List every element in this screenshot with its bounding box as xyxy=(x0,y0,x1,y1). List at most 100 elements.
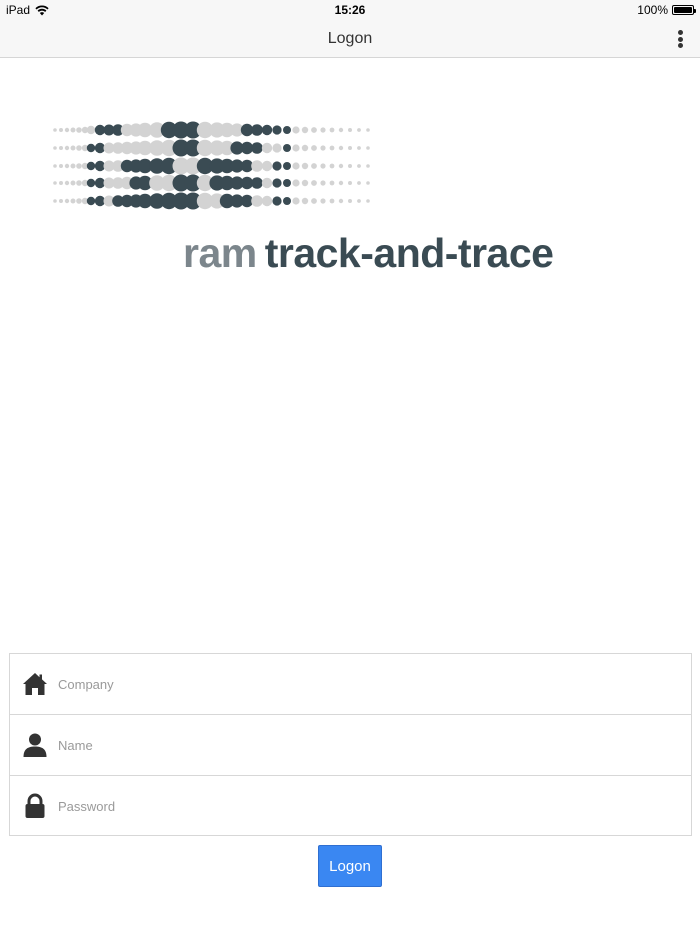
logo-dot xyxy=(329,127,335,133)
logo-dot xyxy=(311,145,317,151)
logo-dot xyxy=(348,181,352,185)
logo-dot xyxy=(59,164,63,168)
logo-dot xyxy=(76,127,82,133)
logo-dots-graphic xyxy=(53,121,370,210)
logo-wordmark: ram track-and-trace xyxy=(183,230,554,278)
logo-dot xyxy=(338,145,344,151)
logo-dot xyxy=(357,164,361,168)
logo-dot xyxy=(329,180,335,186)
logo-dot xyxy=(64,180,70,186)
logo-dot xyxy=(53,164,57,168)
logo-word-track-and-trace: track-and-trace xyxy=(264,230,554,276)
logo-dot xyxy=(59,199,63,203)
logo-dot xyxy=(338,198,344,204)
logo-dot xyxy=(64,127,70,133)
logo-dot xyxy=(338,163,344,169)
logo-dot xyxy=(329,198,335,204)
logo-dot xyxy=(261,142,273,154)
logo-dot xyxy=(59,128,63,132)
password-input[interactable] xyxy=(58,790,678,822)
status-right: 100% xyxy=(637,3,696,17)
logo-dot xyxy=(348,146,352,150)
logo-dot xyxy=(53,146,57,150)
logo-dot xyxy=(261,195,273,207)
logo-dot xyxy=(76,198,82,204)
logo-dot xyxy=(301,197,309,205)
logo-dot xyxy=(301,126,309,134)
logo-dot xyxy=(357,181,361,185)
status-time: 15:26 xyxy=(334,3,366,17)
company-row xyxy=(10,654,691,715)
logo-dot xyxy=(64,198,70,204)
logo-dot xyxy=(86,161,96,171)
lock-icon xyxy=(25,793,45,818)
logo-dot xyxy=(348,199,352,203)
battery-icon xyxy=(672,5,696,15)
logo-dot xyxy=(311,180,317,186)
logo-dot xyxy=(292,197,300,205)
logo-dot xyxy=(70,127,76,133)
logo-dot xyxy=(272,178,282,188)
logo-dot xyxy=(86,196,96,206)
logo-dot xyxy=(64,163,70,169)
logo-dot xyxy=(86,143,96,153)
user-icon xyxy=(23,733,47,757)
logon-form xyxy=(9,653,692,836)
logo-dot xyxy=(70,145,76,151)
logo-dot xyxy=(366,199,370,203)
logo-dot xyxy=(311,163,317,169)
logo-dot xyxy=(59,146,63,150)
logo-dot xyxy=(272,143,282,153)
home-icon xyxy=(23,673,47,695)
logo-dot xyxy=(53,128,57,132)
logon-button[interactable]: Logon xyxy=(318,845,382,887)
logo-dot xyxy=(283,179,291,187)
logo-dot xyxy=(301,162,309,170)
logo-dot xyxy=(53,199,57,203)
logo-dot xyxy=(338,127,344,133)
logo-dot xyxy=(311,198,317,204)
logo-dot xyxy=(366,164,370,168)
logo-dot xyxy=(357,128,361,132)
logo-dot xyxy=(76,145,82,151)
logo-dot xyxy=(76,163,82,169)
logo-dot xyxy=(272,161,282,171)
status-bar: iPad 15:26 100% xyxy=(0,0,700,20)
logo-dot xyxy=(338,180,344,186)
logo-dot xyxy=(53,181,57,185)
logo-dot xyxy=(261,160,273,172)
logo-dot xyxy=(70,180,76,186)
name-input[interactable] xyxy=(58,729,678,761)
logo-dot xyxy=(366,146,370,150)
battery-percent: 100% xyxy=(637,3,668,17)
logo-dot xyxy=(311,127,317,133)
logo-dot xyxy=(320,180,326,186)
logo-dot xyxy=(86,125,96,135)
password-row xyxy=(10,776,691,836)
logo-dot xyxy=(86,178,96,188)
logo-dot xyxy=(272,125,282,135)
logo-dot xyxy=(366,181,370,185)
logo-dot xyxy=(320,127,326,133)
logo-dot xyxy=(261,124,273,136)
logo-dot xyxy=(292,179,300,187)
logo-dot xyxy=(283,144,291,152)
logo-dot xyxy=(251,195,263,207)
logo-word-ram: ram xyxy=(183,230,257,276)
logo-dot xyxy=(64,145,70,151)
logo-dot xyxy=(320,198,326,204)
logo-dot xyxy=(320,163,326,169)
nav-bar: Logon xyxy=(0,20,700,58)
logo-dot xyxy=(348,128,352,132)
logo-dot xyxy=(292,144,300,152)
logo-dot xyxy=(283,126,291,134)
logo-dot xyxy=(320,145,326,151)
logo-dot xyxy=(301,179,309,187)
logo-dot xyxy=(70,198,76,204)
company-input[interactable] xyxy=(58,668,678,700)
logo-dot xyxy=(348,164,352,168)
logo-dot xyxy=(357,199,361,203)
more-vertical-icon[interactable] xyxy=(674,29,686,49)
logo-dot xyxy=(261,177,273,189)
logo-dot xyxy=(70,163,76,169)
